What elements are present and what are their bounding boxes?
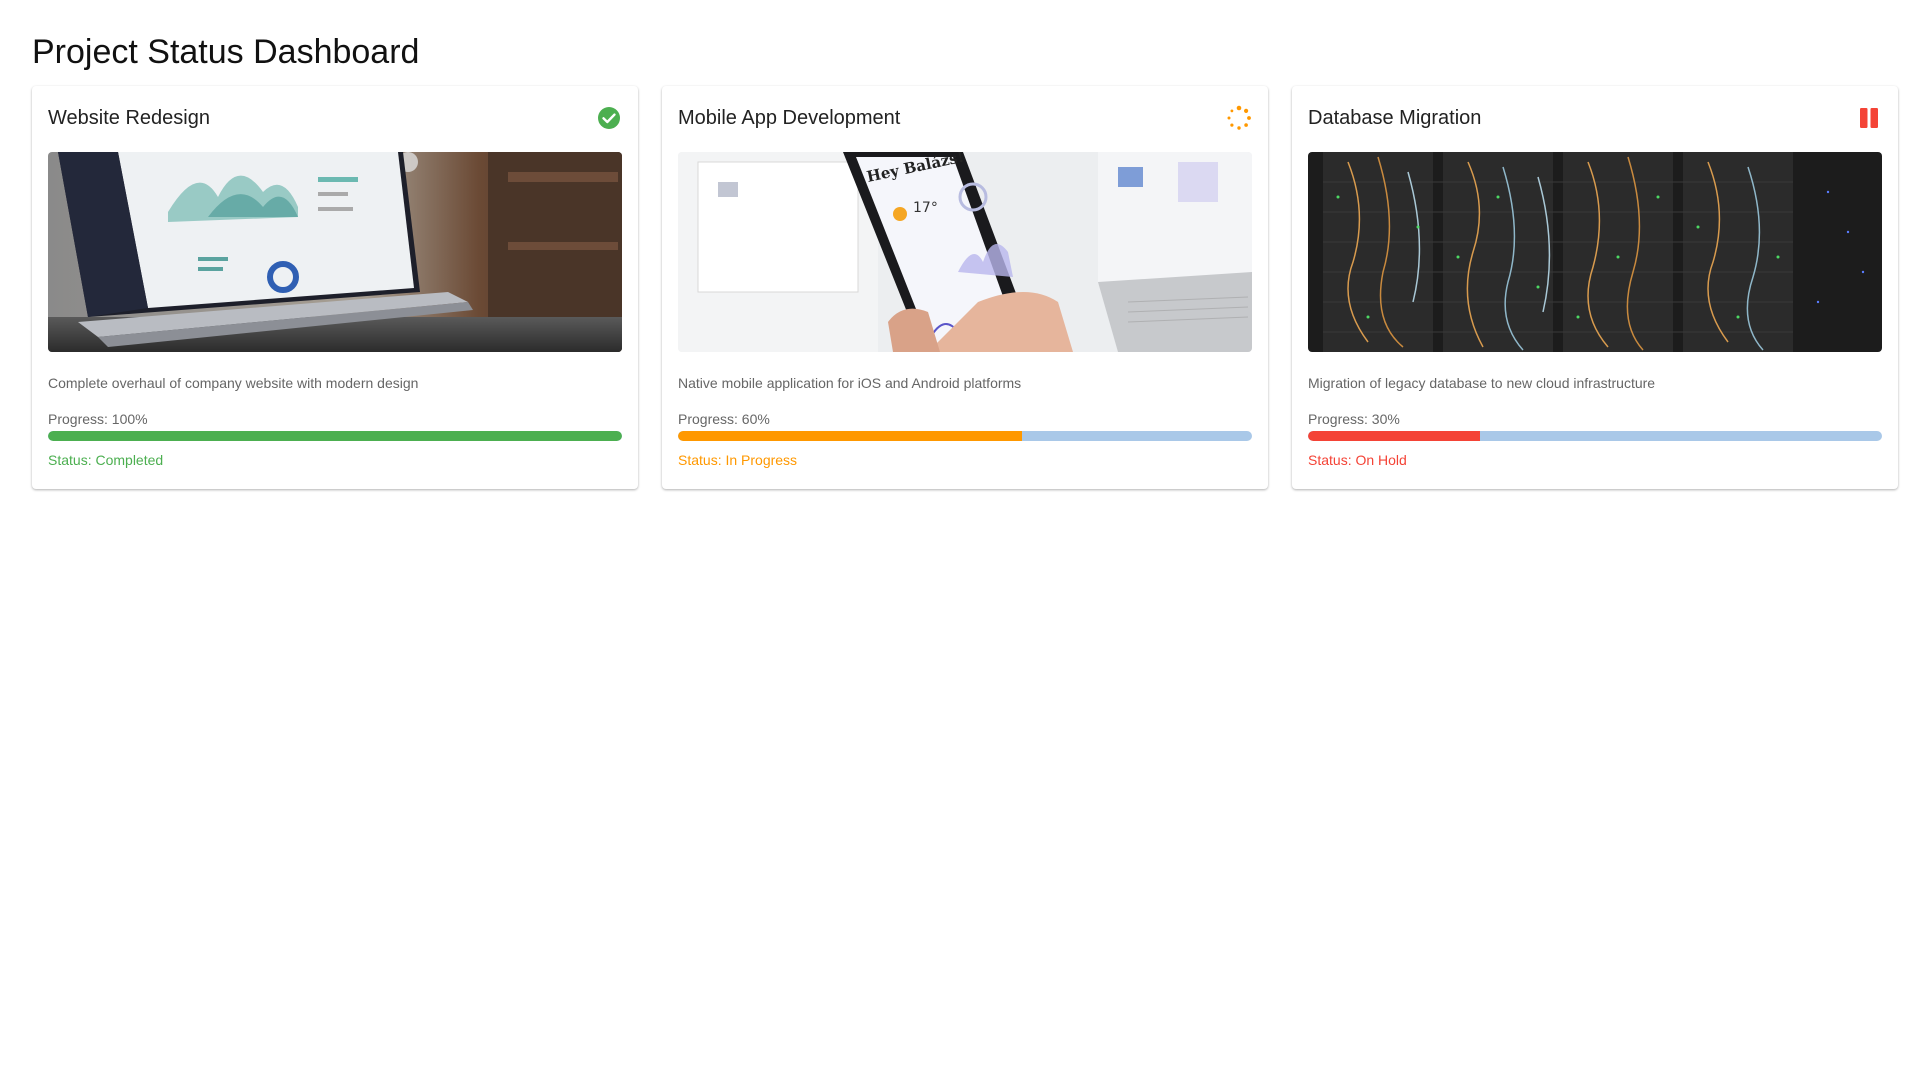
progress-label: Progress: 100% [48, 411, 148, 427]
progress-label: Progress: 30% [1308, 411, 1400, 427]
status-label: Status: In Progress [678, 452, 798, 468]
progress-bar [678, 431, 1252, 441]
progress-fill [48, 431, 622, 441]
progress-bar [48, 431, 622, 441]
card-header: Database Migration [1308, 102, 1882, 134]
page-title: Project Status Dashboard [32, 33, 420, 71]
project-title: Mobile App Development [678, 106, 901, 129]
card-header: Mobile App Development [678, 102, 1252, 134]
project-description: Migration of legacy database to new clou… [1308, 375, 1656, 391]
server-rack-photo [1308, 152, 1882, 352]
project-card-mobile-app[interactable]: Mobile App Development Hey Balázs! 17° N… [662, 86, 1268, 489]
laptop-analytics-photo [48, 152, 622, 352]
status-label: Status: On Hold [1308, 452, 1407, 468]
project-card-website-redesign[interactable]: Website Redesign Complete overhaul of co… [32, 86, 638, 489]
project-title: Website Redesign [48, 106, 210, 129]
project-description: Native mobile application for iOS and An… [678, 375, 1022, 391]
pause-icon [1856, 105, 1882, 131]
phone-app-photo: Hey Balázs! 17° [678, 152, 1252, 352]
card-header: Website Redesign [48, 102, 622, 134]
progress-bar [1308, 431, 1882, 441]
progress-fill [678, 431, 1023, 441]
progress-label: Progress: 60% [678, 411, 770, 427]
svg-text:17°: 17° [913, 200, 938, 216]
project-title: Database Migration [1308, 106, 1482, 129]
status-label: Status: Completed [48, 452, 164, 468]
project-description: Complete overhaul of company website wit… [48, 375, 419, 391]
progress-fill [1308, 431, 1481, 441]
check-circle-icon [596, 105, 622, 131]
dashboard-page: Project Status Dashboard Website Redesig… [0, 0, 1920, 1080]
project-cards: Website Redesign Complete overhaul of co… [32, 86, 1898, 489]
loading-spinner-icon [1226, 105, 1252, 131]
project-card-database-migration[interactable]: Database Migration Migration of legacy d… [1292, 86, 1898, 489]
